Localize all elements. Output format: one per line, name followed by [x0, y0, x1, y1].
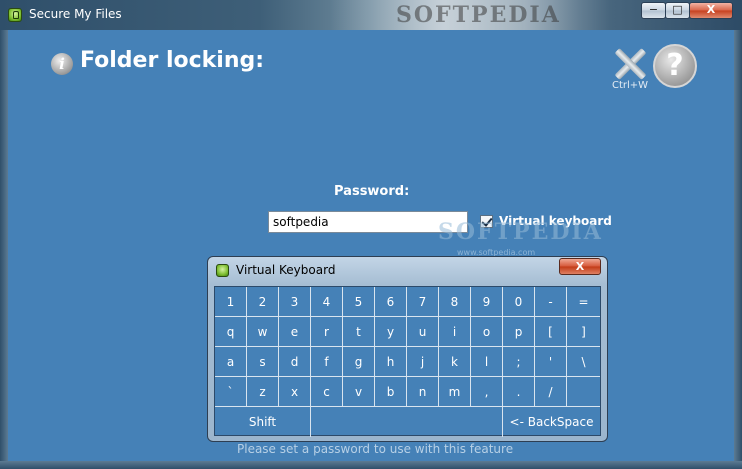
window-frame-left — [0, 30, 8, 469]
vk-key[interactable]: 6 — [375, 287, 407, 317]
vk-key[interactable]: u — [407, 317, 439, 347]
vk-app-icon — [216, 264, 229, 277]
vk-key[interactable]: a — [215, 347, 247, 377]
vk-key[interactable]: 5 — [343, 287, 375, 317]
window-close-button[interactable]: X — [689, 2, 733, 19]
virtual-keyboard-window: Virtual Keyboard X 1 2 3 4 5 6 7 8 9 0- = qwertyui… — [207, 256, 608, 442]
vk-key[interactable]: n — [407, 377, 439, 407]
vk-key-backspace[interactable]: <- BackSpace — [503, 407, 600, 437]
window-frame-bottom[interactable] — [0, 461, 742, 469]
vk-key[interactable]: = — [567, 287, 600, 317]
vk-key[interactable]: o — [471, 317, 503, 347]
vk-key[interactable]: s — [247, 347, 279, 377]
vk-key[interactable]: v — [343, 377, 375, 407]
vk-key[interactable]: y — [375, 317, 407, 347]
vk-key[interactable] — [567, 377, 600, 407]
vk-row-4: ` z x c v b n m,. / — [215, 377, 600, 407]
vk-key[interactable]: ; — [503, 347, 535, 377]
vk-key[interactable]: r — [311, 317, 343, 347]
password-label: Password: — [334, 184, 410, 199]
vk-key[interactable]: w — [247, 317, 279, 347]
vk-key[interactable]: 2 — [247, 287, 279, 317]
vk-key[interactable]: l — [471, 347, 503, 377]
minimize-button[interactable]: − — [641, 2, 666, 19]
help-icon[interactable]: ? — [653, 44, 697, 88]
vk-row-1: 1 2 3 4 5 6 7 8 9 0- = — [215, 287, 600, 317]
window-titlebar: Secure My Files SOFTPEDIA − □ X — [0, 0, 742, 30]
vk-key[interactable]: h — [375, 347, 407, 377]
vk-key[interactable]: j — [407, 347, 439, 377]
vk-key-grid: 1 2 3 4 5 6 7 8 9 0- = q w e r t y u i o p[] a s d f g h j k l; ' \ `… — [214, 286, 601, 437]
vk-key[interactable]: k — [439, 347, 471, 377]
vk-key[interactable]: 4 — [311, 287, 343, 317]
vk-row-3: a s d f g h j k l; ' \ — [215, 347, 600, 377]
close-icon[interactable] — [613, 47, 647, 81]
page-title: Folder locking: — [80, 48, 265, 73]
vk-key[interactable]: t — [343, 317, 375, 347]
vk-key-shift[interactable]: Shift — [215, 407, 311, 437]
vk-row-2: q w e r t y u i o p[] — [215, 317, 600, 347]
vk-key[interactable]: 9 — [471, 287, 503, 317]
vk-key[interactable]: ] — [567, 317, 600, 347]
vk-close-button[interactable]: X — [559, 258, 601, 275]
vk-key[interactable]: b — [375, 377, 407, 407]
vk-key[interactable]: 8 — [439, 287, 471, 317]
vk-key[interactable]: , — [471, 377, 503, 407]
vk-key[interactable]: 7 — [407, 287, 439, 317]
maximize-button[interactable]: □ — [665, 2, 690, 19]
vk-key[interactable]: 3 — [279, 287, 311, 317]
vk-key[interactable]: ' — [535, 347, 567, 377]
titlebar-watermark: SOFTPEDIA — [396, 2, 561, 28]
vk-key[interactable]: i — [439, 317, 471, 347]
info-icon: i — [51, 53, 73, 75]
vk-key[interactable]: d — [279, 347, 311, 377]
vk-key[interactable]: p — [503, 317, 535, 347]
vk-key[interactable]: f — [311, 347, 343, 377]
vk-row-5: Shift <- BackSpace — [215, 407, 600, 437]
vk-key[interactable]: \ — [567, 347, 600, 377]
vk-key[interactable]: [ — [535, 317, 567, 347]
vk-key[interactable]: ` — [215, 377, 247, 407]
vk-key[interactable]: - — [535, 287, 567, 317]
vk-key[interactable]: e — [279, 317, 311, 347]
softpedia-watermark: SOFTPEDIA — [438, 219, 603, 245]
vk-key[interactable]: 1 — [215, 287, 247, 317]
window-title: Secure My Files — [29, 7, 122, 21]
vk-key[interactable]: . — [503, 377, 535, 407]
vk-window-title: Virtual Keyboard — [236, 263, 336, 277]
vk-key[interactable]: z — [247, 377, 279, 407]
vk-key[interactable]: / — [535, 377, 567, 407]
window-frame-right[interactable] — [734, 30, 742, 469]
vk-key[interactable]: g — [343, 347, 375, 377]
vk-key[interactable]: 0 — [503, 287, 535, 317]
vk-key[interactable]: c — [311, 377, 343, 407]
vk-key[interactable]: q — [215, 317, 247, 347]
vk-key[interactable]: x — [279, 377, 311, 407]
vk-key-space[interactable] — [311, 407, 503, 437]
status-message: Please set a password to use with this f… — [237, 442, 514, 456]
app-icon — [8, 8, 22, 22]
vk-key[interactable]: m — [439, 377, 471, 407]
close-shortcut-label: Ctrl+W — [612, 80, 649, 91]
